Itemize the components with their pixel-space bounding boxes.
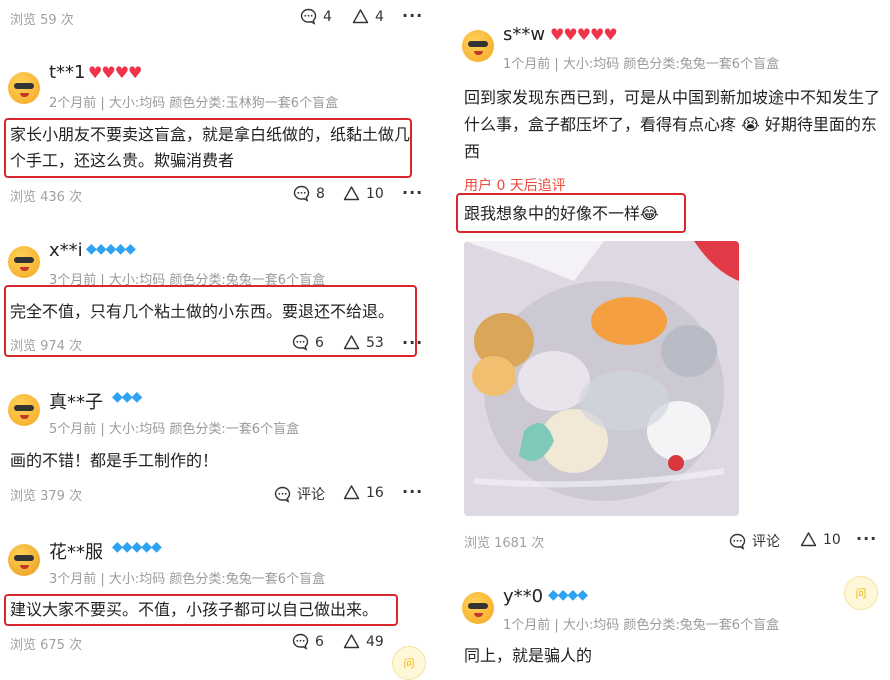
review-meta: 1个月前 | 大小:均码 颜色分类:兔兔一套6个盲盒 — [503, 618, 780, 633]
like-count: 53 — [366, 334, 384, 351]
reviewer-name: x**i — [49, 240, 83, 261]
comment-button[interactable]: 4 — [300, 8, 332, 25]
comment-button[interactable]: 8 — [293, 185, 325, 202]
more-options-button[interactable]: ··· — [856, 529, 877, 548]
like-icon — [352, 8, 369, 25]
view-count: 浏览 59 次 — [10, 13, 74, 28]
more-options-button[interactable]: ··· — [402, 482, 423, 501]
diamond-badge: ◆◆◆◆ — [548, 587, 588, 603]
view-count: 浏览 1681 次 — [464, 536, 545, 551]
reviewer-name: t**1 — [49, 62, 86, 83]
view-count: 浏览 675 次 — [10, 638, 83, 653]
like-button[interactable]: 16 — [343, 484, 384, 501]
ask-question-button[interactable]: 问 — [392, 646, 426, 680]
comment-label: 评论 — [297, 487, 325, 503]
review-text: 家长小朋友不要卖这盲盒，就是拿白纸做的，纸黏土做几个手工，还这么贵。欺骗消费者 — [10, 125, 411, 170]
comment-icon — [292, 334, 309, 351]
comment-icon — [274, 486, 291, 503]
hearts-badge: ♥♥♥♥♥ — [550, 25, 618, 44]
avatar[interactable] — [8, 394, 40, 426]
diamond-badge: ◆◆◆◆◆ — [112, 539, 162, 555]
comment-count: 6 — [315, 334, 324, 351]
review-text: 同上，就是骗人的 — [464, 646, 593, 665]
comment-label: 评论 — [752, 534, 780, 550]
like-button[interactable]: 4 — [352, 8, 384, 25]
avatar[interactable] — [462, 592, 494, 624]
like-icon — [800, 531, 817, 548]
review-meta: 5个月前 | 大小:均码 颜色分类:一套6个盲盒 — [49, 422, 300, 437]
comment-icon — [292, 633, 309, 650]
like-icon — [343, 484, 360, 501]
blind-box-figures-image — [464, 241, 739, 516]
reviewer-name: y**0 — [503, 586, 544, 607]
avatar[interactable] — [8, 246, 40, 278]
more-options-button[interactable]: ··· — [402, 6, 423, 25]
comment-button[interactable]: 6 — [292, 334, 324, 351]
ask-question-button[interactable]: 问 — [844, 576, 878, 610]
more-options-button[interactable]: ··· — [402, 183, 423, 202]
avatar[interactable] — [462, 30, 494, 62]
like-count: 10 — [823, 531, 841, 548]
more-options-button[interactable]: ··· — [402, 333, 423, 352]
view-count: 浏览 974 次 — [10, 339, 83, 354]
view-count: 浏览 436 次 — [10, 190, 83, 205]
followup-text: 跟我想象中的好像不一样😂 — [464, 204, 659, 223]
followup-label: 用户 0 天后追评 — [464, 178, 566, 194]
diamond-badge: ◆◆◆◆◆ — [86, 241, 136, 257]
comment-button[interactable]: 评论 — [729, 531, 780, 551]
review-photo[interactable] — [464, 241, 739, 516]
review-meta: 2个月前 | 大小:均码 颜色分类:玉林狗一套6个盲盒 — [49, 96, 339, 111]
like-button[interactable]: 10 — [800, 531, 841, 548]
comment-button[interactable]: 评论 — [274, 484, 325, 504]
comment-count: 6 — [315, 633, 324, 650]
reviewer-name: s**w — [503, 24, 546, 45]
comment-button[interactable]: 6 — [292, 633, 324, 650]
like-count: 49 — [366, 633, 384, 650]
like-icon — [343, 334, 360, 351]
comment-icon — [729, 533, 746, 550]
comment-icon — [293, 185, 310, 202]
comment-icon — [300, 8, 317, 25]
like-icon — [343, 633, 360, 650]
like-count: 4 — [375, 8, 384, 25]
review-text: 回到家发现东西已到，可是从中国到新加坡途中不知发生了什么事，盒子都压坏了，看得有… — [464, 88, 881, 161]
comment-count: 8 — [316, 185, 325, 202]
review-meta: 3个月前 | 大小:均码 颜色分类:兔兔一套6个盲盒 — [49, 572, 326, 587]
like-button[interactable]: 53 — [343, 334, 384, 351]
review-text: 画的不错！都是手工制作的！ — [10, 451, 219, 470]
like-count: 10 — [366, 185, 384, 202]
like-button[interactable]: 49 — [343, 633, 384, 650]
like-button[interactable]: 10 — [343, 185, 384, 202]
avatar[interactable] — [8, 544, 40, 576]
diamond-badge: ◆◆◆ — [112, 389, 142, 405]
like-count: 16 — [366, 484, 384, 501]
reviewer-name: 真**子 — [49, 392, 103, 413]
column-gap — [435, 0, 455, 664]
like-icon — [343, 185, 360, 202]
comment-count: 4 — [323, 8, 332, 25]
view-count: 浏览 379 次 — [10, 489, 83, 504]
review-text: 完全不值，只有几个粘土做的小东西。要退还不给退。 — [10, 302, 395, 321]
review-text: 建议大家不要买。不值，小孩子都可以自己做出来。 — [10, 600, 379, 619]
reviewer-name: 花**服 — [49, 542, 103, 563]
hearts-badge: ♥♥♥♥ — [88, 63, 142, 82]
avatar[interactable] — [8, 72, 40, 104]
review-meta: 1个月前 | 大小:均码 颜色分类:兔兔一套6个盲盒 — [503, 57, 780, 72]
